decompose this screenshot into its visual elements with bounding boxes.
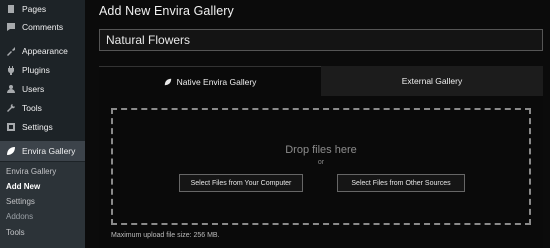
sidebar-item-label: Tools <box>22 102 42 113</box>
pages-icon <box>5 3 16 14</box>
sidebar-item-label: Users <box>22 83 45 94</box>
uploader-panel: Drop files here or Select Files from You… <box>99 96 543 248</box>
settings-icon <box>5 121 16 132</box>
main-content: Add New Envira Gallery Natural Flowers N… <box>85 0 550 248</box>
tools-icon <box>5 102 16 113</box>
submenu-item-settings[interactable]: Settings <box>6 197 35 206</box>
sidebar-item-label: Plugins <box>22 64 50 75</box>
envira-submenu: Envira Gallery Add New Settings Addons T… <box>0 162 85 248</box>
comments-icon <box>5 21 16 32</box>
drop-zone[interactable]: Drop files here or Select Files from You… <box>111 108 531 225</box>
plugins-icon <box>5 64 16 75</box>
appearance-icon <box>5 45 16 56</box>
sidebar-item-tools[interactable]: Tools <box>0 98 85 117</box>
page-title: Add New Envira Gallery <box>99 4 234 18</box>
admin-sidebar: Pages Comments Appearance Plugins Users … <box>0 0 85 248</box>
sidebar-item-label: Comments <box>22 21 64 32</box>
submenu-item-tools[interactable]: Tools <box>6 228 25 237</box>
tab-external-gallery[interactable]: External Gallery <box>321 66 543 96</box>
tab-label: External Gallery <box>401 76 463 86</box>
drop-files-text: Drop files here <box>285 144 357 156</box>
tab-label: Native Envira Gallery <box>176 76 257 87</box>
sidebar-item-label: Pages <box>22 3 47 14</box>
submenu-item-envira-gallery[interactable]: Envira Gallery <box>6 167 56 176</box>
sidebar-item-users[interactable]: Users <box>0 79 85 98</box>
tab-native-envira-gallery[interactable]: Native Envira Gallery <box>99 66 321 96</box>
sidebar-item-label: Envira Gallery <box>22 146 76 156</box>
envira-leaf-icon <box>164 78 172 86</box>
sidebar-item-envira-gallery[interactable]: Envira Gallery <box>0 141 85 161</box>
max-upload-size-text: Maximum upload file size: 256 MB. <box>111 232 220 239</box>
sidebar-item-appearance[interactable]: Appearance <box>0 41 85 60</box>
sidebar-item-pages[interactable]: Pages <box>0 0 85 18</box>
envira-leaf-icon <box>5 146 16 157</box>
sidebar-item-settings[interactable]: Settings <box>0 117 85 136</box>
submenu-item-addons[interactable]: Addons <box>6 212 33 221</box>
submenu-item-add-new[interactable]: Add New <box>6 182 40 191</box>
sidebar-item-comments[interactable]: Comments <box>0 17 85 36</box>
or-text: or <box>317 159 325 166</box>
gallery-title-input[interactable]: Natural Flowers <box>99 29 543 51</box>
sidebar-item-label: Settings <box>22 121 53 132</box>
select-files-other-sources-button[interactable]: Select Files from Other Sources <box>337 174 465 192</box>
sidebar-item-plugins[interactable]: Plugins <box>0 60 85 79</box>
gallery-type-tabs: Native Envira Gallery External Gallery <box>99 66 543 96</box>
sidebar-item-label: Appearance <box>22 45 68 56</box>
select-files-computer-button[interactable]: Select Files from Your Computer <box>179 174 303 192</box>
users-icon <box>5 83 16 94</box>
